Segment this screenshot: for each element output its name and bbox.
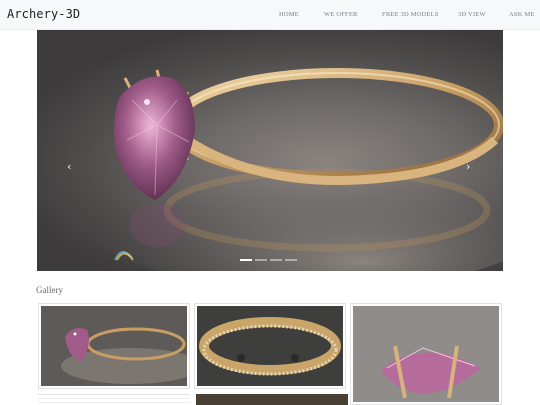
carousel-prev-icon[interactable]: ‹ bbox=[67, 160, 71, 173]
nav-home[interactable]: HOME bbox=[279, 11, 299, 18]
gallery-thumb-ring-side[interactable] bbox=[38, 303, 190, 389]
gallery-title: Gallery bbox=[36, 285, 63, 295]
nav-ask-me[interactable]: ASK ME bbox=[509, 11, 535, 18]
gallery-thumb-next[interactable] bbox=[38, 394, 190, 405]
nav-free-3d-models[interactable]: FREE 3D MODELS bbox=[382, 11, 439, 18]
nav-we-offer[interactable]: WE OFFER bbox=[324, 11, 358, 18]
carousel-indicator[interactable] bbox=[255, 259, 267, 261]
brand-logo[interactable]: Archery-3D bbox=[7, 7, 80, 21]
gallery-thumb-gem-prongs[interactable] bbox=[350, 303, 502, 405]
carousel-indicator[interactable] bbox=[240, 259, 252, 261]
gallery-thumb-next[interactable] bbox=[196, 394, 348, 405]
gallery-image bbox=[197, 306, 343, 386]
navbar: Archery-3D HOME WE OFFER FREE 3D MODELS … bbox=[0, 0, 540, 30]
carousel-indicator[interactable] bbox=[285, 259, 297, 261]
carousel-next-icon[interactable]: › bbox=[466, 160, 470, 173]
gallery-image bbox=[353, 306, 499, 402]
carousel-indicator[interactable] bbox=[270, 259, 282, 261]
nav-3d-view[interactable]: 3D VIEW bbox=[458, 11, 486, 18]
gallery-image bbox=[41, 306, 187, 386]
carousel-slide-image bbox=[87, 68, 503, 271]
gallery-thumb-diamond-band[interactable] bbox=[194, 303, 346, 389]
carousel-indicators bbox=[240, 259, 297, 261]
hero-carousel[interactable]: ‹ › bbox=[37, 30, 503, 271]
